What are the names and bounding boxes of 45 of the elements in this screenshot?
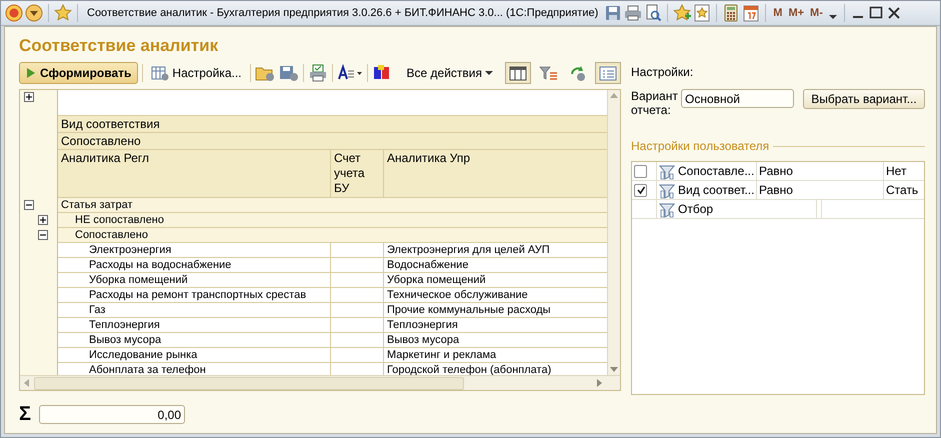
table-cell: Прочие коммунальные расходы: [384, 303, 607, 318]
value-cell[interactable]: Нет: [884, 162, 908, 180]
form-title: Соответствие аналитик: [19, 35, 220, 55]
value-cell[interactable]: Стать: [884, 181, 920, 199]
section-title: Настройки пользователя: [631, 138, 770, 155]
setting-name[interactable]: Сопоставле...: [678, 162, 754, 180]
table-cell: Маркетинг и реклама: [384, 348, 607, 363]
memory-button[interactable]: M: [771, 4, 784, 22]
table-cell: Водоснабжение: [384, 258, 607, 273]
setting-name[interactable]: Отбор: [678, 200, 714, 218]
settings-button[interactable]: Настройка...: [147, 62, 246, 84]
setting-name[interactable]: Вид соответ...: [678, 181, 754, 199]
table-cell: Теплоэнергия: [384, 318, 607, 333]
column-header: Аналитика Регл: [58, 150, 331, 198]
generate-button[interactable]: Сформировать: [19, 62, 138, 84]
table-cell: Газ: [58, 303, 331, 318]
memory-button[interactable]: M-: [808, 4, 825, 22]
choose-variant-button[interactable]: Выбрать вариант...: [803, 89, 925, 109]
table-cell: Вывоз мусора: [384, 333, 607, 348]
comparison-cell[interactable]: Равно: [757, 181, 884, 199]
group-row[interactable]: Статья затрат: [58, 198, 607, 213]
table-cell: Расходы на водоснабжение: [58, 258, 331, 273]
total-field[interactable]: 0,00: [39, 404, 186, 424]
group-row[interactable]: НЕ сопоставлено: [58, 213, 607, 228]
table-cell: Уборка помещений: [384, 273, 607, 288]
column-header: Аналитика Упр: [384, 150, 607, 198]
table-cell: Теплоэнергия: [58, 318, 331, 333]
table-cell: Электроэнергия: [58, 243, 331, 258]
comparison-cell[interactable]: Равно: [757, 162, 884, 180]
table-cell: Вывоз мусора: [58, 333, 331, 348]
all-actions-button[interactable]: Все действия: [402, 62, 497, 84]
header-cell: Вид соответствия: [58, 116, 607, 133]
variant-field[interactable]: Основной: [681, 89, 794, 108]
table-cell: Исследование рынка: [58, 348, 331, 363]
memory-button[interactable]: M+: [786, 4, 806, 22]
table-cell: Электроэнергия для целей АУП: [384, 243, 607, 258]
header-cell: Сопоставлено: [58, 133, 607, 150]
window-title: Соответствие аналитик - Бухгалтерия предприятия 3.0.26.6 + БИТ.ФИНАНС 3.0... (1С:Предприятие): [87, 6, 598, 21]
sum-label: Σ: [19, 402, 32, 427]
table-cell: Техническое обслуживание: [384, 288, 607, 303]
settings-label: Настройки:: [631, 64, 694, 81]
column-header: Счет учета БУ: [331, 150, 384, 198]
group-row[interactable]: Сопоставлено: [58, 228, 607, 243]
table-cell: Уборка помещений: [58, 273, 331, 288]
table-cell: Расходы на ремонт транспортных срестав: [58, 288, 331, 303]
